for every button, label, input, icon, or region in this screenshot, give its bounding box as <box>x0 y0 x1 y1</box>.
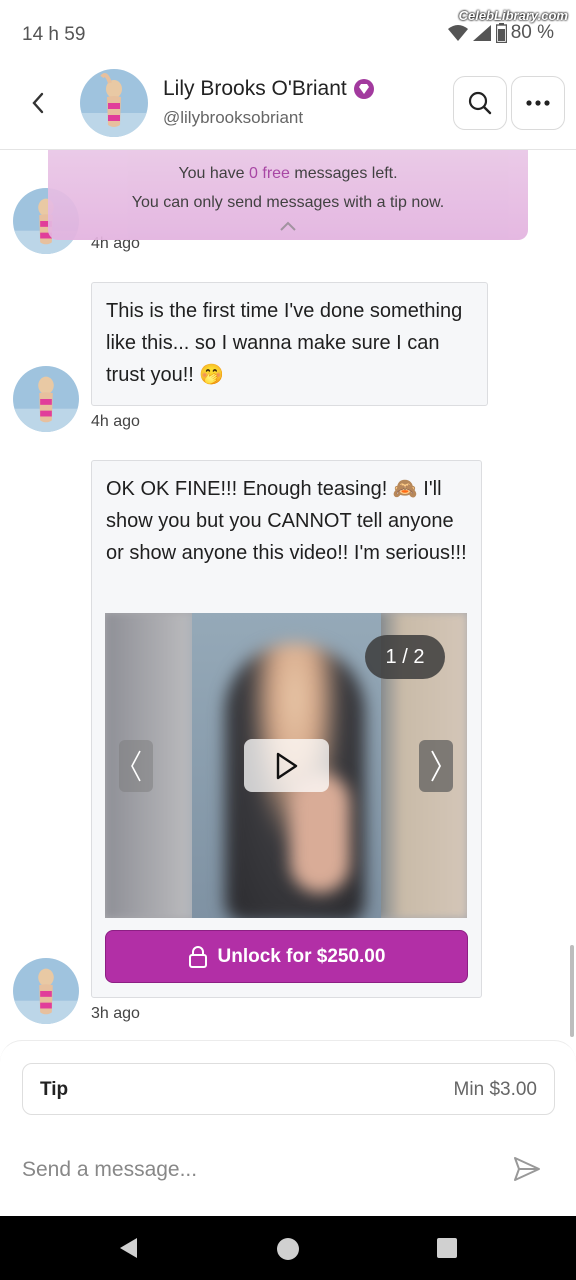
search-icon <box>468 91 492 115</box>
message-composer: Tip Min $3.00 <box>0 1040 576 1216</box>
status-time: 14 h 59 <box>22 24 86 45</box>
message-text: OK OK FINE!!! Enough teasing! 🙈 I'll sho… <box>106 478 467 564</box>
message-bubble: This is the first time I've done somethi… <box>91 282 488 406</box>
banner-line-1: You have 0 free messages left. <box>178 165 398 182</box>
status-bar: 14 h 59 CelebLibrary.com 80 % <box>0 0 576 60</box>
battery-icon <box>495 23 507 43</box>
search-button[interactable] <box>453 76 507 130</box>
banner-line-2: You can only send messages with a tip no… <box>131 194 445 211</box>
profile-name[interactable]: Lily Brooks O'Briant <box>163 77 375 101</box>
message-input[interactable] <box>22 1153 482 1187</box>
chevron-left-icon <box>131 750 141 782</box>
message-time: 3h ago <box>91 1005 140 1022</box>
free-count: 0 <box>249 165 258 182</box>
nav-home-icon[interactable] <box>276 1237 300 1261</box>
previous-media-button[interactable] <box>119 740 153 792</box>
chevron-right-icon <box>431 750 442 782</box>
watermark: CelebLibrary.com <box>458 8 568 23</box>
next-media-button[interactable] <box>419 740 453 792</box>
sender-avatar[interactable] <box>13 366 79 432</box>
message-text: This is the first time I've done somethi… <box>106 300 463 386</box>
status-icons: 80 % <box>447 22 554 44</box>
nav-back-icon[interactable] <box>117 1236 139 1260</box>
play-button[interactable] <box>244 739 329 792</box>
unlock-label: Unlock for $250.00 <box>217 945 386 967</box>
lock-icon <box>188 945 207 968</box>
chevron-up-icon[interactable] <box>278 220 298 232</box>
back-arrow-icon[interactable] <box>26 88 50 118</box>
tip-minimum: Min $3.00 <box>453 1079 537 1100</box>
signal-icon <box>472 25 491 41</box>
battery-percent: 80 % <box>510 22 554 43</box>
verified-badge-icon <box>353 79 374 99</box>
unlock-button[interactable]: Unlock for $250.00 <box>105 930 468 983</box>
avatar[interactable] <box>80 69 148 137</box>
message-time: 4h ago <box>91 413 140 430</box>
scrollbar[interactable] <box>570 945 574 1037</box>
profile-handle: @lilybrooksobriant <box>163 108 304 127</box>
free-messages-banner: You have 0 free messages left. You can o… <box>48 150 528 240</box>
media-counter: 1 / 2 <box>365 635 445 679</box>
sender-avatar[interactable] <box>13 958 79 1024</box>
more-dots-icon <box>526 100 550 106</box>
more-options-button[interactable] <box>511 76 565 130</box>
profile-name-text: Lily Brooks O'Briant <box>163 77 347 100</box>
nav-recents-icon[interactable] <box>437 1238 457 1258</box>
play-icon <box>276 752 297 779</box>
tip-label: Tip <box>40 1079 69 1100</box>
tip-field[interactable]: Tip Min $3.00 <box>22 1063 555 1115</box>
wifi-icon <box>447 25 468 41</box>
locked-video-preview[interactable]: 1 / 2 <box>105 613 467 918</box>
system-nav-bar <box>0 1216 576 1280</box>
send-icon[interactable] <box>513 1155 541 1183</box>
chat-header: Lily Brooks O'Briant @lilybrooksobriant <box>0 60 576 150</box>
